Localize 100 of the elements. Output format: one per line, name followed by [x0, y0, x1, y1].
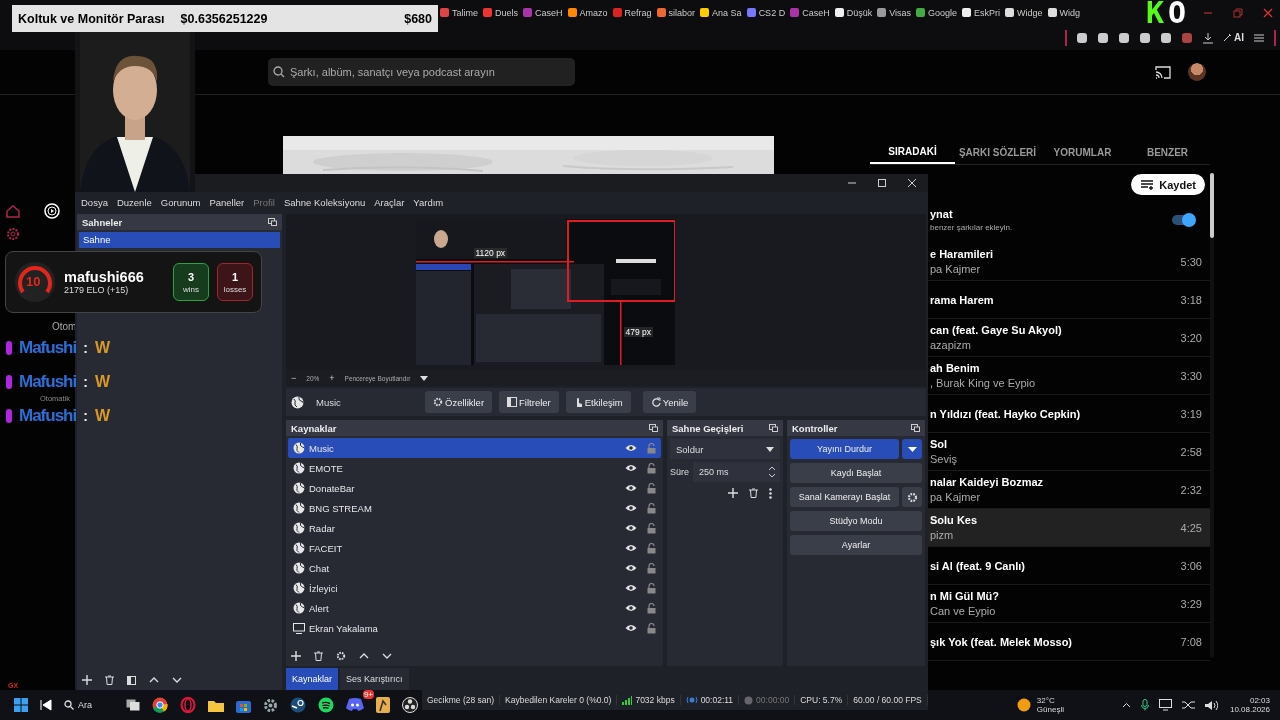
display-icon[interactable]: [1158, 699, 1172, 711]
bookmark-link[interactable]: CaseH: [790, 7, 830, 18]
menu-item[interactable]: Yardım: [409, 196, 448, 208]
stream-button[interactable]: Yayını Durdur: [790, 439, 899, 459]
unlock-icon[interactable]: [647, 542, 656, 554]
shuffle-icon[interactable]: [1181, 700, 1195, 710]
windows-icon[interactable]: [14, 698, 28, 712]
home-icon[interactable]: [6, 204, 20, 218]
undock-icon[interactable]: [649, 424, 658, 432]
unlock-icon[interactable]: [647, 562, 656, 574]
tab[interactable]: SIRADAKİ: [870, 140, 955, 164]
source-item[interactable]: Chat: [288, 558, 661, 578]
task-view-icon[interactable]: [126, 699, 140, 711]
chat-app-icon[interactable]: [346, 698, 364, 712]
zoom-out-button[interactable]: −: [291, 373, 297, 383]
bookmark-link[interactable]: Ana Sa: [700, 7, 742, 18]
undock-icon[interactable]: [769, 424, 778, 432]
undock-icon[interactable]: [268, 218, 277, 226]
settings-icon[interactable]: [263, 697, 278, 713]
bookmark-link[interactable]: Widg: [1047, 7, 1081, 18]
filter-icon[interactable]: [127, 675, 136, 685]
up-icon[interactable]: [359, 653, 369, 659]
logo-icon[interactable]: [44, 203, 60, 219]
unlock-icon[interactable]: [647, 582, 656, 594]
control-button[interactable]: Kaydı Başlat: [790, 463, 922, 483]
music-app-icon[interactable]: [318, 697, 334, 713]
dropdown-button[interactable]: [902, 439, 922, 459]
menu-item[interactable]: Sahne Koleksiyonu: [279, 196, 370, 208]
undock-icon[interactable]: [911, 424, 920, 432]
toolbar-button[interactable]: Filtreler: [499, 391, 559, 413]
chevron-icon[interactable]: [1121, 702, 1131, 708]
tab[interactable]: Kaynaklar: [286, 668, 339, 690]
avatar[interactable]: [1188, 63, 1206, 81]
bookmark-link[interactable]: silabor: [656, 7, 696, 18]
extension-icon[interactable]: [1097, 31, 1109, 44]
search-field[interactable]: Ara: [64, 700, 114, 710]
tab[interactable]: YORUMLAR: [1040, 140, 1125, 164]
toolbar-button[interactable]: Özellikler: [425, 391, 493, 413]
extension-icon[interactable]: [1160, 31, 1172, 44]
source-item[interactable]: Music: [288, 438, 661, 458]
eye-icon[interactable]: [625, 564, 637, 572]
bookmark-link[interactable]: Refrag: [612, 7, 652, 18]
bookmark-link[interactable]: Talime: [440, 7, 478, 18]
menu-icon[interactable]: [1253, 31, 1265, 44]
bookmark-link[interactable]: Duels: [483, 7, 519, 18]
tab[interactable]: ŞARKI SÖZLERİ: [955, 140, 1040, 164]
delete-icon[interactable]: [314, 651, 323, 661]
bookmark-link[interactable]: Düşük: [834, 7, 873, 18]
zoom-in-button[interactable]: +: [329, 373, 335, 383]
unlock-icon[interactable]: [647, 502, 656, 514]
tab[interactable]: BENZER: [1125, 140, 1210, 164]
weather-icon[interactable]: [1016, 698, 1031, 712]
source-item[interactable]: Radar: [288, 518, 661, 538]
source-item[interactable]: BNG STREAM: [288, 498, 661, 518]
tab[interactable]: Ses Karıştırıcı: [340, 668, 409, 690]
control-button[interactable]: Sanal Kamerayı Başlat: [790, 487, 899, 507]
source-item[interactable]: Alert: [288, 598, 661, 618]
unlock-icon[interactable]: [647, 522, 656, 534]
download-icon[interactable]: [1202, 31, 1214, 44]
eye-icon[interactable]: [625, 544, 637, 552]
eye-icon[interactable]: [625, 604, 637, 612]
toolbar-button[interactable]: Etkileşim: [565, 391, 631, 413]
menu-item[interactable]: Gorunum: [156, 196, 205, 208]
extension-icon[interactable]: [1118, 31, 1130, 44]
down-icon[interactable]: [172, 677, 182, 683]
down-icon[interactable]: [382, 653, 392, 659]
source-item[interactable]: DonateBar: [288, 478, 661, 498]
game-icon[interactable]: [376, 697, 390, 713]
recorder-icon[interactable]: [402, 697, 418, 713]
toolbar-button[interactable]: Yenile: [642, 391, 697, 413]
save-button[interactable]: Kaydet: [1131, 174, 1205, 195]
media-icon[interactable]: [40, 699, 52, 711]
search-field[interactable]: Şarkı, albüm, sanatçı veya podcast arayın: [268, 58, 575, 86]
eye-icon[interactable]: [625, 444, 637, 452]
bookmark-link[interactable]: Widge: [1005, 7, 1043, 18]
bookmark-link[interactable]: Amazo: [567, 7, 608, 18]
add-icon[interactable]: [728, 488, 738, 498]
unlock-icon[interactable]: [647, 622, 656, 634]
source-item[interactable]: EMOTE: [288, 458, 661, 478]
more-icon[interactable]: [769, 487, 772, 499]
source-item[interactable]: İzleyici: [288, 578, 661, 598]
control-button[interactable]: Stüdyo Modu: [790, 511, 922, 531]
unlock-icon[interactable]: [647, 482, 656, 494]
queue-item[interactable]: Solu Kes pizm 4:25: [928, 509, 1210, 547]
caret-icon[interactable]: [420, 375, 429, 381]
extension-icon[interactable]: [1139, 31, 1151, 44]
source-item[interactable]: Ekran Yakalama: [288, 618, 661, 638]
control-button[interactable]: Ayarlar: [790, 535, 922, 555]
delete-icon[interactable]: [749, 488, 758, 498]
microphone-icon[interactable]: [1140, 699, 1149, 711]
extension-icon[interactable]: [1076, 31, 1088, 44]
eye-icon[interactable]: [625, 484, 637, 492]
eye-icon[interactable]: [625, 624, 637, 632]
eye-icon[interactable]: [625, 584, 637, 592]
browser-icon[interactable]: [152, 697, 168, 713]
eye-icon[interactable]: [625, 504, 637, 512]
transition-dropdown[interactable]: Soldur: [670, 439, 780, 459]
delete-icon[interactable]: [105, 675, 114, 685]
settings-button[interactable]: [902, 487, 922, 507]
unlock-icon[interactable]: [647, 462, 656, 474]
